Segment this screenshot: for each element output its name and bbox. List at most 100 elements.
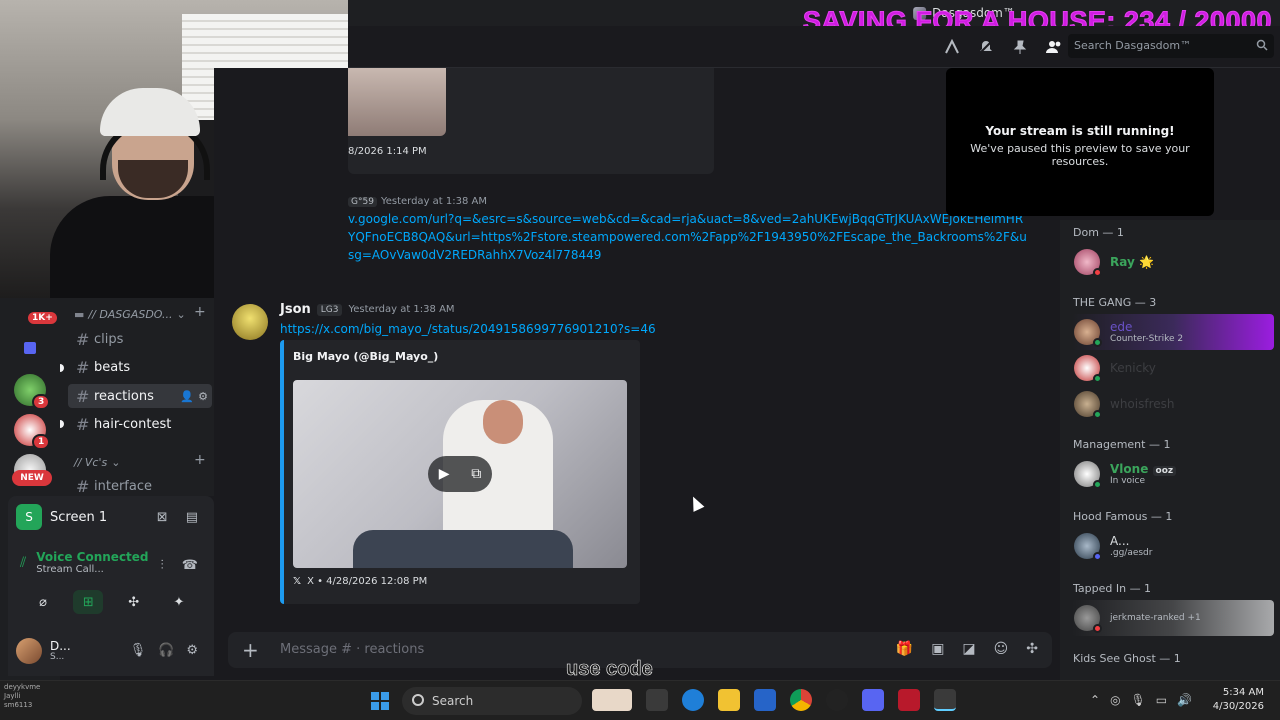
play-button[interactable]: ▶ ⧉ — [428, 456, 492, 492]
camera-off-button[interactable]: ⌀ — [28, 590, 58, 614]
member-list-icon[interactable] — [1044, 38, 1064, 56]
member[interactable]: Vlone ooz In voice — [1072, 456, 1274, 492]
member[interactable]: Kenicky — [1072, 350, 1274, 386]
message-header: G°59 Yesterday at 1:38 AM — [348, 196, 487, 207]
open-external-icon: ⧉ — [471, 466, 482, 482]
message-link[interactable]: https://x.com/big_mayo_/status/204915869… — [280, 320, 656, 338]
noise-suppression-icon[interactable]: ⫶ — [161, 558, 164, 573]
task-view-icon[interactable] — [646, 689, 668, 711]
activities-button[interactable]: ✣ — [119, 590, 149, 614]
category-header[interactable]: ▬ // DASGASDO... ⌄ — [74, 308, 186, 321]
widgets-icon[interactable] — [592, 689, 632, 711]
author-name[interactable]: G°59 — [348, 196, 377, 207]
mute-notifications-icon[interactable] — [976, 38, 996, 56]
message-timestamp: Yesterday at 1:38 AM — [380, 196, 487, 207]
sticker-icon[interactable]: ◪ — [962, 641, 975, 657]
member-group-header: Dom — 1 — [1073, 226, 1124, 239]
stop-stream-icon[interactable]: ⊠ — [157, 510, 168, 525]
apps-icon[interactable]: ✣ — [1026, 641, 1038, 657]
headphones-icon[interactable]: 🎧 — [158, 643, 174, 658]
member[interactable]: whoisfresh — [1072, 386, 1274, 422]
windows-taskbar: deyykvme Jaylli sm6113 Search ⌃ ◎ 🎙 ▭ � — [0, 680, 1280, 720]
user-area[interactable]: D... S... 🎙 🎧 ⚙ — [16, 634, 206, 668]
embed-thumbnail[interactable] — [348, 68, 446, 136]
avatar — [1074, 319, 1102, 347]
stream-source[interactable]: S Screen 1 — [16, 504, 107, 530]
active-app-icon[interactable] — [934, 689, 956, 711]
disconnect-icon[interactable]: ☎ — [182, 558, 198, 573]
voice-status[interactable]: ⫽ Voice Connected Stream Call... — [20, 550, 149, 575]
attach-icon[interactable]: + — [242, 638, 259, 662]
search-input[interactable]: Search Dasgasdom™ — [1068, 34, 1274, 58]
overlay-usernames: deyykvme Jaylli sm6113 — [4, 683, 41, 709]
notification-badge: 3 — [32, 394, 51, 410]
author-name[interactable]: Json — [280, 302, 311, 317]
gear-icon[interactable]: ⚙ — [186, 643, 198, 658]
member[interactable]: ede Counter-Strike 2 — [1072, 314, 1274, 350]
link-embed: Big Mayo (@Big_Mayo_) ▶ ⧉ 𝕏 X • 4/28/202… — [280, 340, 640, 604]
channel-beats[interactable]: # beats — [68, 355, 212, 379]
taskbar-search[interactable]: Search — [402, 687, 582, 715]
message-timestamp: Yesterday at 1:38 AM — [348, 304, 455, 315]
member[interactable]: Ray 🌟 — [1072, 244, 1274, 280]
member-group-header: Tapped In — 1 — [1073, 582, 1152, 595]
microphone-icon[interactable]: 🎙 — [1131, 693, 1146, 707]
message-input[interactable]: Message # · reactions — [280, 642, 424, 657]
member-group-header: Hood Famous — 1 — [1073, 510, 1173, 523]
message-link[interactable]: v.google.com/url?q=&esrc=s&source=web&cd… — [348, 210, 1028, 264]
avatar — [1074, 461, 1102, 489]
microphone-icon[interactable]: 🎙 — [130, 643, 147, 658]
gif-icon[interactable]: ▣ — [931, 641, 944, 657]
start-button[interactable] — [371, 692, 389, 710]
message-embed: 8/2026 1:14 PM — [348, 68, 714, 174]
embed-video[interactable]: ▶ ⧉ — [293, 380, 627, 568]
store-icon[interactable] — [754, 689, 776, 711]
avatar[interactable] — [232, 304, 268, 340]
unread-indicator — [60, 420, 64, 428]
network-icon[interactable]: ◎ — [1110, 693, 1120, 707]
invite-icon[interactable]: 👤 — [180, 390, 194, 403]
gift-icon[interactable]: 🎁 — [896, 641, 913, 657]
play-icon: ▶ — [438, 466, 450, 482]
member-group-header: Kids See Ghost — 1 — [1073, 652, 1181, 665]
channel-reactions[interactable]: # reactions 👤 ⚙ — [68, 384, 212, 408]
embed-title[interactable]: Big Mayo (@Big_Mayo_) — [293, 350, 438, 363]
hash-icon: # — [76, 329, 90, 349]
chrome-icon[interactable] — [790, 689, 812, 711]
new-unreads-pill[interactable]: NEW — [12, 470, 52, 486]
member-group-header: THE GANG — 3 — [1073, 296, 1157, 309]
channel-hair-contest[interactable]: # hair-contest — [68, 412, 212, 436]
file-explorer-icon[interactable] — [718, 689, 740, 711]
member[interactable]: jerkmate-ranked +1 — [1072, 600, 1274, 636]
direct-messages-icon[interactable] — [24, 342, 36, 354]
chevron-up-icon[interactable]: ⌃ — [1090, 693, 1100, 707]
add-channel-icon[interactable]: + — [194, 452, 206, 468]
chevron-down-icon: ⌄ — [176, 308, 186, 321]
volume-icon[interactable]: 🔊 — [1177, 693, 1192, 707]
soundboard-button[interactable]: ✦ — [164, 590, 194, 614]
add-channel-icon[interactable]: + — [194, 304, 206, 320]
obs-icon[interactable] — [826, 689, 848, 711]
stream-settings-icon[interactable]: ▤ — [186, 510, 198, 525]
gear-icon[interactable]: ⚙ — [198, 390, 208, 403]
chevron-down-icon: ⌄ — [111, 456, 121, 469]
pin-icon[interactable] — [1010, 38, 1030, 56]
channel-clips[interactable]: # clips — [68, 327, 212, 351]
category-header[interactable]: // Vc's ⌄ — [74, 456, 120, 469]
clock[interactable]: 5:34 AM 4/30/2026 — [1213, 686, 1264, 714]
hash-icon: # — [76, 357, 90, 377]
emoji-icon[interactable]: ☺ — [994, 641, 1009, 657]
search-icon — [1256, 39, 1268, 51]
member[interactable]: A... .gg/aesdr — [1072, 528, 1274, 564]
discord-icon[interactable] — [862, 689, 884, 711]
member-group-header: Management — 1 — [1073, 438, 1171, 451]
edge-icon[interactable] — [682, 689, 704, 711]
x-logo-icon: 𝕏 — [293, 576, 302, 587]
search-icon — [412, 694, 424, 706]
threads-icon[interactable] — [942, 38, 962, 56]
channel-interface[interactable]: # interface — [68, 474, 212, 496]
screen-share-button[interactable]: ⊞ — [73, 590, 104, 614]
acrobat-icon[interactable] — [898, 689, 920, 711]
display-icon[interactable]: ▭ — [1156, 693, 1167, 707]
stream-preview[interactable]: Your stream is still running! We've paus… — [946, 68, 1214, 216]
